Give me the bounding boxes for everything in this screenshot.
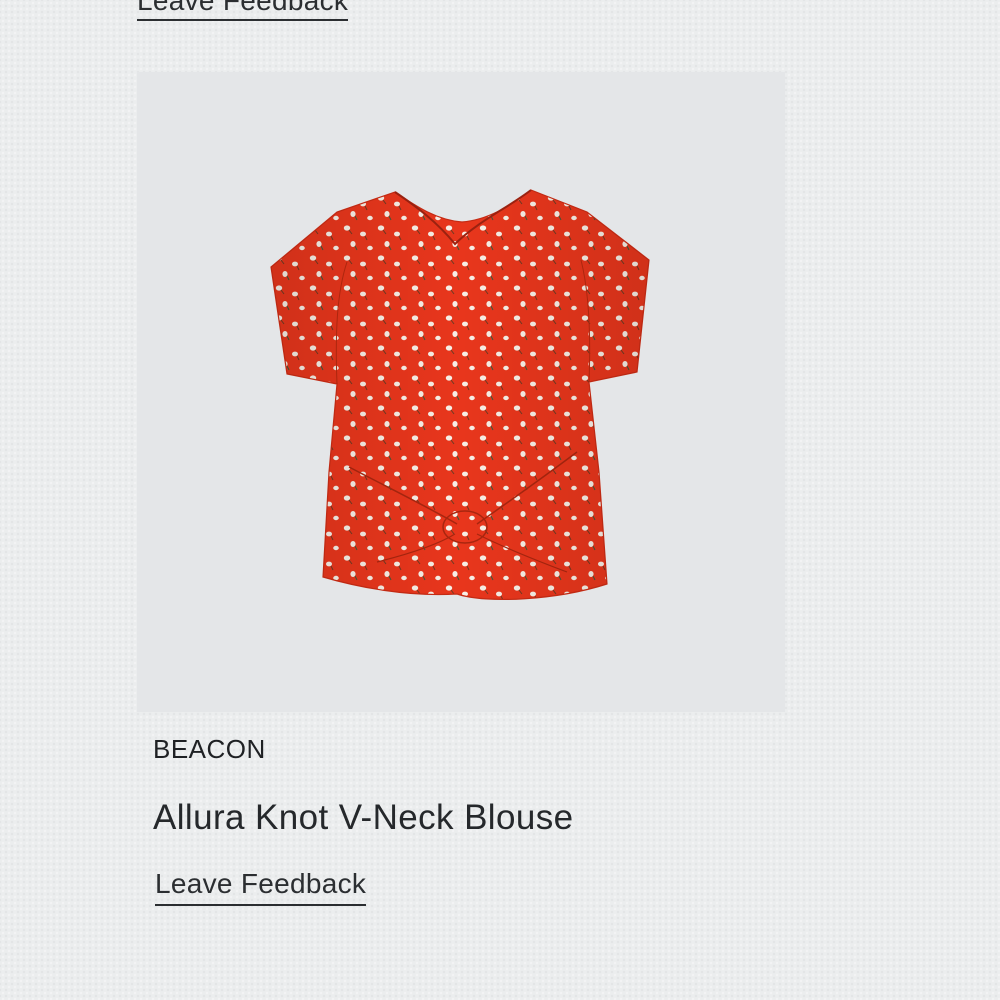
previous-item-feedback-link[interactable]: Leave Feedback (137, 0, 349, 21)
brand-name: BEACON (153, 734, 266, 764)
product-title: Allura Knot V-Neck Blouse (153, 798, 574, 837)
leave-feedback-link[interactable]: Leave Feedback (155, 868, 367, 906)
product-image[interactable] (137, 72, 785, 712)
blouse-image-icon (270, 189, 650, 601)
